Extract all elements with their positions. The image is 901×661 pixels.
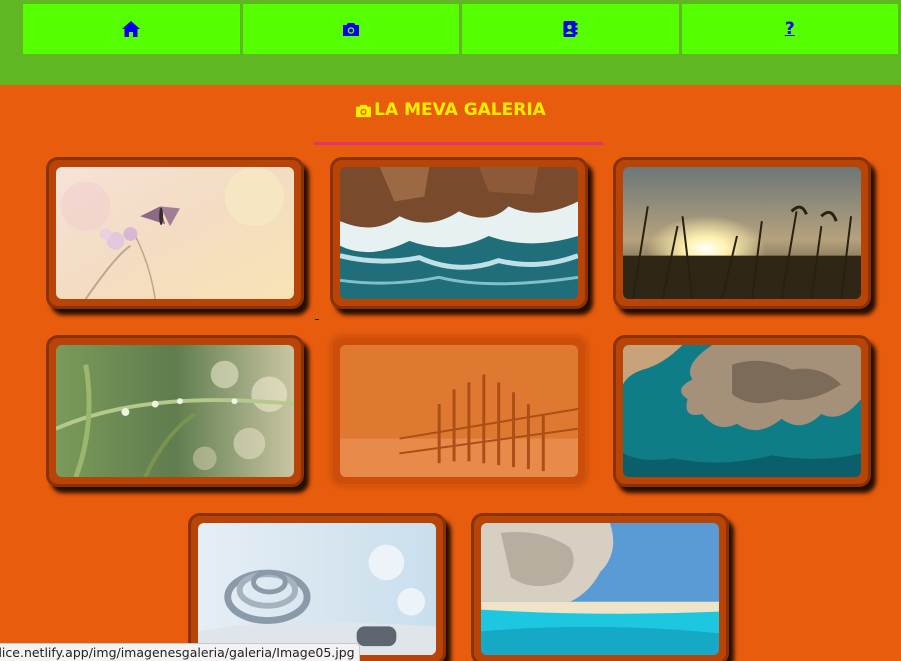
gallery-image-butterfly[interactable]: [46, 157, 304, 309]
gallery-image-waves[interactable]: [330, 157, 588, 309]
dew-image: [56, 345, 294, 477]
page-title: LA MEVA GALERIA: [0, 100, 901, 120]
butterfly-image: [56, 167, 294, 299]
gallery-thumbnail: [198, 523, 436, 655]
page-title-text: LA MEVA GALERIA: [374, 100, 546, 120]
gallery-image-beach[interactable]: [471, 513, 729, 661]
gallery-thumbnail: [56, 167, 294, 299]
waves-image: [340, 167, 578, 299]
fence-image: [340, 345, 578, 477]
gallery-thumbnail: [623, 167, 861, 299]
beach-image: [481, 523, 719, 655]
nav-help-button[interactable]: ?: [681, 4, 898, 54]
gallery-image-sunset[interactable]: [613, 157, 871, 309]
gallery-thumbnail: [623, 345, 861, 477]
divider: [315, 319, 319, 320]
top-nav: ?: [23, 4, 898, 54]
nav-home-button[interactable]: [23, 4, 240, 54]
island-image: [623, 345, 861, 477]
gallery-image-dew[interactable]: [46, 335, 304, 487]
gallery-thumbnail: [56, 345, 294, 477]
gallery-thumbnail: [481, 523, 719, 655]
status-bar-url: dice.netlify.app/img/imagenesgaleria/gal…: [0, 643, 360, 661]
camera-icon: [342, 23, 359, 36]
camera-icon: [356, 104, 372, 117]
rope-image: [198, 523, 436, 655]
gallery-thumbnail: [340, 167, 578, 299]
home-icon: [122, 21, 141, 37]
sunset-image: [623, 167, 861, 299]
page: ? LA MEVA GALERIA dice.netlify.app/img/i…: [0, 0, 901, 661]
gallery-thumbnail: [340, 345, 578, 477]
header: ?: [0, 0, 901, 85]
nav-contact-button[interactable]: [462, 4, 679, 54]
help-link[interactable]: ?: [785, 19, 795, 39]
contact-book-icon: [563, 21, 578, 37]
gallery-image-island[interactable]: [613, 335, 871, 487]
gallery-image-rope[interactable]: [188, 513, 446, 661]
gallery-image-fence[interactable]: [330, 335, 588, 487]
nav-gallery-button[interactable]: [242, 4, 459, 54]
title-underline: [314, 142, 603, 145]
